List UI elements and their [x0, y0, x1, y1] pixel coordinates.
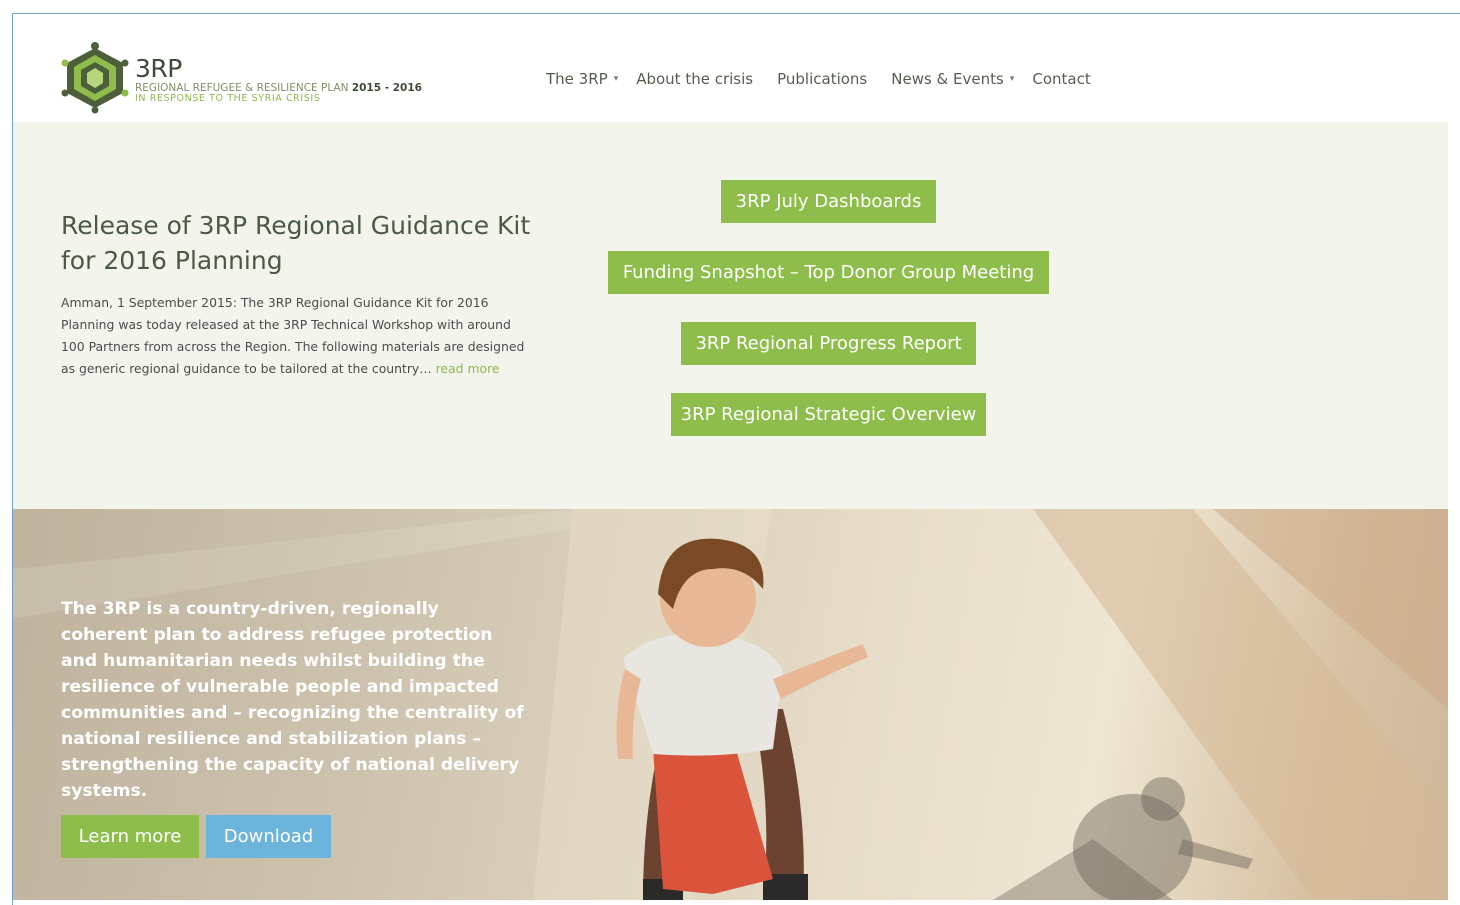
nav-label: Publications [777, 70, 868, 88]
nav-item-news-events[interactable]: News & Events ▾ [891, 70, 1014, 88]
july-dashboards-button[interactable]: 3RP July Dashboards [721, 180, 936, 223]
read-more-link[interactable]: read more [436, 361, 500, 376]
learn-more-button[interactable]: Learn more [61, 815, 199, 858]
hero-section: Release of 3RP Regional Guidance Kit for… [13, 122, 1448, 509]
chevron-down-icon: ▾ [613, 74, 619, 84]
mission-statement: The 3RP is a country-driven, regionally … [61, 599, 524, 801]
nav-label: Contact [1032, 70, 1091, 88]
funding-snapshot-button[interactable]: Funding Snapshot – Top Donor Group Meeti… [608, 251, 1049, 294]
main-nav: The 3RP ▾ About the crisis Publications … [546, 70, 1115, 88]
logo-years: 2015 - 2016 [351, 82, 422, 94]
nav-label: The 3RP [546, 70, 608, 88]
progress-report-button[interactable]: 3RP Regional Progress Report [681, 322, 976, 365]
nav-label: News & Events [891, 70, 1004, 88]
news-title[interactable]: Release of 3RP Regional Guidance Kit for… [61, 208, 536, 278]
mission-banner: The 3RP is a country-driven, regionally … [13, 509, 1448, 900]
chevron-down-icon: ▾ [1009, 74, 1015, 84]
logo-tagline: IN RESPONSE TO THE SYRIA CRISIS [135, 93, 321, 104]
3rp-logo-icon [61, 42, 129, 114]
site-logo[interactable]: 3RP REGIONAL REFUGEE & RESILIENCE PLAN 2… [61, 42, 441, 114]
strategic-overview-button[interactable]: 3RP Regional Strategic Overview [671, 393, 986, 436]
nav-label: About the crisis [636, 70, 754, 88]
news-teaser: Release of 3RP Regional Guidance Kit for… [61, 208, 536, 380]
logo-title: 3RP [135, 54, 182, 83]
download-button[interactable]: Download [206, 815, 331, 858]
nav-item-publications[interactable]: Publications [777, 70, 867, 88]
news-body: Amman, 1 September 2015: The 3RP Regiona… [61, 292, 536, 380]
nav-item-the-3rp[interactable]: The 3RP ▾ [546, 70, 618, 88]
nav-item-about-the-crisis[interactable]: About the crisis [636, 70, 753, 88]
nav-item-contact[interactable]: Contact [1032, 70, 1090, 88]
site-header: 3RP REGIONAL REFUGEE & RESILIENCE PLAN 2… [13, 14, 1448, 122]
